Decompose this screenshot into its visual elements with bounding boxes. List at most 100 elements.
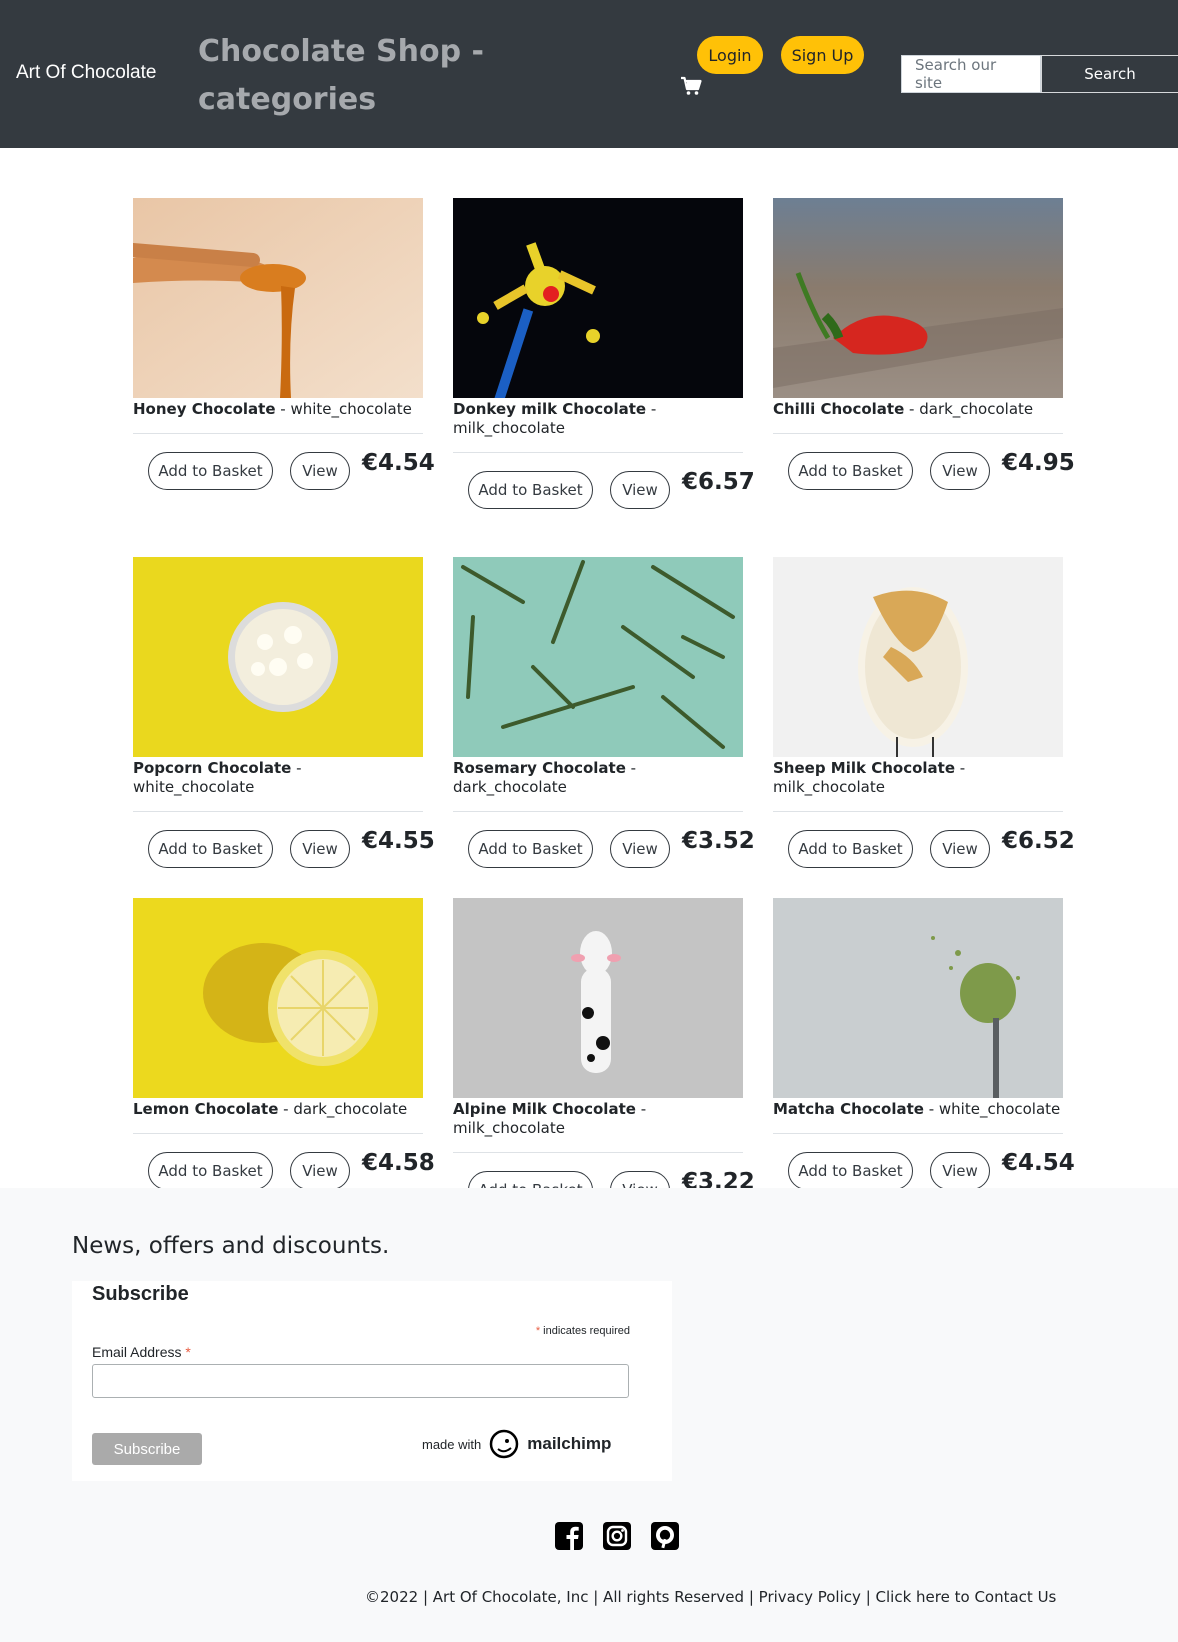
view-button[interactable]: View [290,830,350,868]
product-image-sheep[interactable] [773,557,1063,757]
subscribe-button[interactable]: Subscribe [92,1433,202,1465]
product-image-rosemary[interactable] [453,557,743,757]
required-note-text: indicates required [543,1325,630,1337]
mailchimp-form: Subscribe * indicates required Email Add… [72,1281,672,1481]
product-name: Lemon Chocolate [133,1100,279,1118]
product-card: Donkey milk Chocolate - milk_chocolate A… [453,198,755,513]
product-title: Popcorn Chocolate - white_chocolate [133,759,302,796]
view-button[interactable]: View [930,452,990,490]
product-image-chilli[interactable] [773,198,1063,398]
product-image-popcorn[interactable] [133,557,423,757]
copyright-line: ©2022 | Art Of Chocolate, Inc | All righ… [365,1588,1056,1606]
pinterest-icon[interactable] [650,1521,680,1551]
product-price: €3.52 [682,828,755,854]
product-category: white_chocolate [290,400,412,418]
add-to-basket-button[interactable]: Add to Basket [788,452,913,490]
product-name: Popcorn Chocolate [133,759,292,777]
view-button[interactable]: View [610,471,670,509]
product-name: Matcha Chocolate [773,1100,924,1118]
divider [133,811,423,812]
product-price: €4.58 [362,1150,435,1176]
product-category: dark_chocolate [453,778,567,796]
login-button[interactable]: Login [697,36,763,74]
search-input[interactable]: Search our site [901,55,1041,93]
add-to-basket-button[interactable]: Add to Basket [148,830,273,868]
add-to-basket-button[interactable]: Add to Basket [148,452,273,490]
email-label-text: Email Address [92,1344,182,1360]
privacy-policy-link[interactable]: Privacy Policy [759,1588,861,1606]
product-title: Rosemary Chocolate - dark_chocolate [453,759,637,796]
mailchimp-logo [490,1429,519,1459]
product-category: white_chocolate [133,778,255,796]
view-button[interactable]: View [290,452,350,490]
product-title: Sheep Milk Chocolate - milk_chocolate [773,759,966,796]
product-price: €4.54 [1002,1150,1075,1176]
add-to-basket-button[interactable]: Add to Basket [468,471,593,509]
footer: News, offers and discounts. Subscribe * … [0,1188,1178,1642]
product-name: Chilli Chocolate [773,400,905,418]
required-note: * indicates required [536,1325,630,1337]
product-card: Rosemary Chocolate - dark_chocolate Add … [453,557,755,872]
instagram-icon[interactable] [602,1521,632,1551]
view-button[interactable]: View [290,1152,350,1190]
footer-separator: | [865,1588,871,1606]
divider [133,1133,423,1134]
add-to-basket-button[interactable]: Add to Basket [788,1152,913,1190]
product-image-donkey[interactable] [453,198,743,398]
view-button[interactable]: View [930,830,990,868]
product-name: Rosemary Chocolate [453,759,626,777]
newsletter-heading: News, offers and discounts. [72,1233,390,1259]
product-image-honey[interactable] [133,198,423,398]
product-category: dark_chocolate [919,400,1034,418]
divider [773,811,1063,812]
add-to-basket-button[interactable]: Add to Basket [148,1152,273,1190]
required-star: * [535,1325,541,1337]
add-to-basket-button[interactable]: Add to Basket [468,830,593,868]
product-card: Honey Chocolate - white_chocolate Add to… [133,198,435,494]
product-title: Donkey milk Chocolate - milk_chocolate [453,400,657,437]
mailchimp-badge[interactable]: made with mailchimp [422,1429,611,1459]
copyright-text: ©2022 | Art Of Chocolate, Inc | All righ… [365,1588,754,1606]
product-category: dark_chocolate [293,1100,408,1118]
divider [453,452,743,453]
product-image-lemon[interactable] [133,898,423,1098]
product-card: Popcorn Chocolate - white_chocolate Add … [133,557,435,872]
navbar: Art Of Chocolate Chocolate Shop - catego… [0,0,1178,148]
product-name: Honey Chocolate [133,400,276,418]
made-with-text: made with [422,1436,482,1452]
divider [453,1152,743,1153]
view-button[interactable]: View [610,830,670,868]
divider [453,811,743,812]
view-button[interactable]: View [930,1152,990,1190]
product-title: Matcha Chocolate - white_chocolate [773,1100,1061,1118]
product-price: €4.95 [1002,450,1075,476]
divider [773,433,1063,434]
page-title: Chocolate Shop - categories [198,34,484,117]
product-card: Chilli Chocolate - dark_chocolate Add to… [773,198,1075,494]
product-price: €4.54 [362,450,435,476]
facebook-icon[interactable] [554,1521,584,1551]
divider [773,1133,1063,1134]
product-category: milk_chocolate [773,778,885,796]
add-to-basket-button[interactable]: Add to Basket [788,830,913,868]
product-title: Chilli Chocolate - dark_chocolate [773,400,1034,418]
product-image-alpine[interactable] [453,898,743,1098]
product-name: Donkey milk Chocolate [453,400,647,418]
cart-icon[interactable] [680,76,702,96]
product-name: Alpine Milk Chocolate [453,1100,636,1118]
subscribe-title: Subscribe [92,1283,189,1305]
product-card: Lemon Chocolate - dark_chocolate Add to … [133,898,435,1194]
product-price: €4.55 [362,828,435,854]
email-field[interactable] [92,1364,629,1398]
product-image-matcha[interactable] [773,898,1063,1098]
product-title: Lemon Chocolate - dark_chocolate [133,1100,408,1118]
required-star: * [185,1344,191,1360]
divider [133,433,423,434]
search-button[interactable]: Search [1041,55,1178,93]
signup-button[interactable]: Sign Up [781,36,864,74]
brand-link[interactable]: Art Of Chocolate [16,62,156,84]
contact-link[interactable]: Click here to Contact Us [876,1588,1057,1606]
product-category: milk_chocolate [453,1119,565,1137]
product-title: Alpine Milk Chocolate - milk_chocolate [453,1100,647,1137]
product-card: Matcha Chocolate - white_chocolate Add t… [773,898,1075,1194]
